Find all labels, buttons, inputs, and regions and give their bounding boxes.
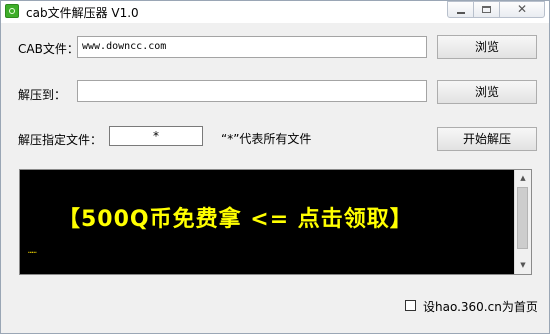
filter-pattern-input[interactable]: *	[109, 126, 203, 146]
cab-file-input[interactable]: www.downcc.com	[77, 36, 427, 58]
cab-file-label: CAB文件：	[18, 42, 79, 56]
start-extract-button[interactable]: 开始解压	[437, 127, 537, 151]
app-window: cab文件解压器 V1.0 ✕ CAB文件： www.downcc.com 浏览…	[0, 0, 550, 334]
recycle-icon	[5, 4, 19, 18]
console-scrollbar[interactable]: ▲ ▼	[514, 170, 531, 274]
maximize-button[interactable]	[473, 1, 500, 18]
scroll-down-icon[interactable]: ▼	[515, 257, 531, 274]
extract-to-input[interactable]	[77, 80, 427, 102]
window-title: cab文件解压器 V1.0	[26, 6, 139, 20]
close-icon: ✕	[516, 2, 528, 16]
promo-link[interactable]: 【500Q币免费拿 <= 点击领取】	[58, 201, 413, 233]
cab-browse-button[interactable]: 浏览	[437, 35, 537, 59]
extract-to-label: 解压到：	[18, 88, 67, 102]
extract-browse-button[interactable]: 浏览	[437, 80, 537, 104]
close-button[interactable]: ✕	[499, 1, 545, 18]
minimize-button[interactable]	[447, 1, 474, 18]
homepage-checkbox[interactable]	[405, 300, 416, 311]
scroll-thumb[interactable]	[517, 187, 528, 249]
filter-label: 解压指定文件：	[18, 133, 103, 147]
title-bar: cab文件解压器 V1.0 ✕	[1, 1, 549, 23]
output-console[interactable]: 【500Q币免费拿 <= 点击领取】 …… ▲ ▼	[19, 169, 532, 275]
console-cursor-text: ……	[28, 246, 37, 255]
filter-hint: “*”代表所有文件	[221, 132, 312, 146]
homepage-checkbox-label[interactable]: 设hao.360.cn为首页	[423, 298, 538, 315]
scroll-up-icon[interactable]: ▲	[515, 170, 531, 187]
